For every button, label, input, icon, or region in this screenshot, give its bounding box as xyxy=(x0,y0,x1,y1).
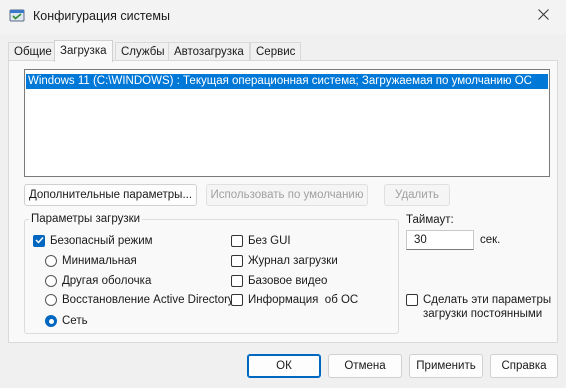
boot-log-label: Журнал загрузки xyxy=(248,255,338,267)
timeout-input[interactable]: 30 xyxy=(406,230,474,250)
tab-services[interactable]: Службы xyxy=(115,42,171,61)
boot-options-label: Параметры загрузки xyxy=(29,213,143,225)
os-list-item[interactable]: Windows 11 (C:\WINDOWS) : Текущая операц… xyxy=(26,74,548,89)
cancel-button[interactable]: Отмена xyxy=(328,354,402,378)
checkbox-box xyxy=(33,235,45,247)
radio-circle xyxy=(45,275,57,287)
network-radio[interactable]: Сеть xyxy=(45,315,88,327)
base-video-checkbox[interactable]: Базовое видео xyxy=(231,275,327,287)
tab-general[interactable]: Общие xyxy=(8,42,58,61)
tab-boot[interactable]: Загрузка xyxy=(54,40,113,62)
msconfig-window: Конфигурация системы Общие Загрузка Служ… xyxy=(0,0,566,388)
close-icon xyxy=(537,9,549,23)
alternate-shell-radio[interactable]: Другая оболочка xyxy=(45,275,151,287)
boot-log-checkbox[interactable]: Журнал загрузки xyxy=(231,255,338,267)
os-list[interactable]: Windows 11 (C:\WINDOWS) : Текущая операц… xyxy=(24,69,550,177)
no-gui-checkbox[interactable]: Без GUI xyxy=(231,235,291,247)
radio-circle xyxy=(45,255,57,267)
radio-circle xyxy=(45,294,57,306)
os-info-checkbox[interactable]: Информация об ОС xyxy=(231,294,358,306)
minimal-label: Минимальная xyxy=(62,255,137,267)
check-icon xyxy=(34,235,44,247)
apply-button[interactable]: Применить xyxy=(409,354,483,378)
base-video-label: Базовое видео xyxy=(248,275,328,287)
make-permanent-checkbox[interactable]: Сделать эти параметры загрузки постоянны… xyxy=(406,293,551,321)
checkbox-box xyxy=(231,255,243,267)
safe-boot-label: Безопасный режим xyxy=(50,235,153,247)
radio-circle-selected xyxy=(45,315,57,327)
advanced-options-button[interactable]: Дополнительные параметры... xyxy=(24,184,197,206)
ad-repair-label: Восстановление Active Directory xyxy=(62,294,234,306)
tab-strip: Общие Загрузка Службы Автозагрузка Серви… xyxy=(8,40,558,62)
no-gui-label: Без GUI xyxy=(248,235,291,247)
network-label: Сеть xyxy=(62,315,88,327)
timeout-label: Таймаут: xyxy=(406,214,454,226)
make-permanent-line2: загрузки постоянными xyxy=(423,308,543,320)
make-permanent-line1: Сделать эти параметры xyxy=(423,294,552,306)
ad-repair-radio[interactable]: Восстановление Active Directory xyxy=(45,294,234,306)
help-button[interactable]: Справка xyxy=(490,354,558,378)
title-bar: Конфигурация системы xyxy=(0,0,566,34)
checkbox-box xyxy=(231,235,243,247)
delete-button[interactable]: Удалить xyxy=(384,184,450,206)
safe-boot-checkbox[interactable]: Безопасный режим xyxy=(33,235,153,247)
checkbox-box xyxy=(406,294,418,306)
checkbox-box xyxy=(231,294,243,306)
msconfig-icon xyxy=(9,8,25,24)
close-button[interactable] xyxy=(520,0,566,32)
checkbox-box xyxy=(231,275,243,287)
os-info-label: Информация об ОС xyxy=(248,294,359,306)
timeout-unit: сек. xyxy=(480,234,501,246)
make-permanent-label: Сделать эти параметры загрузки постоянны… xyxy=(423,293,551,321)
tab-tools[interactable]: Сервис xyxy=(250,42,302,61)
set-default-button[interactable]: Использовать по умолчанию xyxy=(206,184,368,206)
boot-tab-panel: Windows 11 (C:\WINDOWS) : Текущая операц… xyxy=(8,60,558,343)
minimal-radio[interactable]: Минимальная xyxy=(45,255,137,267)
tab-startup[interactable]: Автозагрузка xyxy=(168,42,250,61)
ok-button[interactable]: ОК xyxy=(247,354,321,378)
window-title: Конфигурация системы xyxy=(33,9,170,23)
alternate-shell-label: Другая оболочка xyxy=(62,275,152,287)
